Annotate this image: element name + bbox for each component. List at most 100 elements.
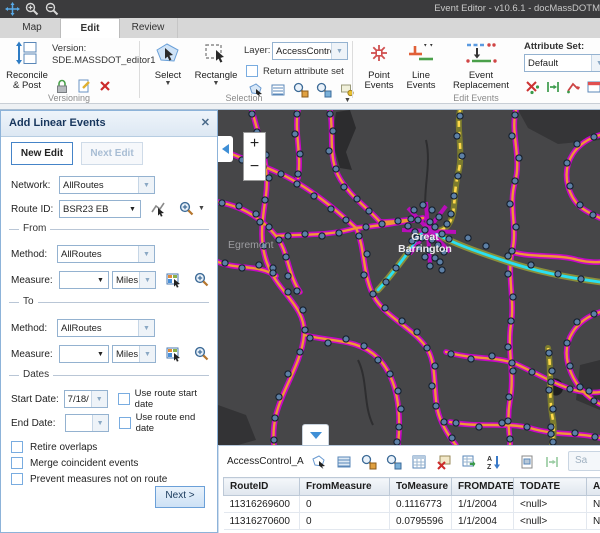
col-header-tomeasure[interactable]: ToMeasure: [390, 478, 452, 496]
chevron-down-icon[interactable]: ▼: [198, 206, 205, 212]
chevron-down-icon: ▼: [138, 246, 154, 262]
tab-edit[interactable]: Edit: [60, 18, 120, 39]
chevron-left-icon: [222, 144, 229, 154]
table-row[interactable]: 11316269600 0 0.1116773 1/1/2004 <null> …: [224, 496, 600, 513]
route-id-label: Route ID:: [11, 204, 59, 215]
to-units-select[interactable]: Miles ▼: [112, 345, 156, 363]
attribute-set-label: Attribute Set:: [524, 41, 584, 52]
table-layer-name[interactable]: AccessControl_A: [227, 456, 311, 467]
prevent-measures-checkbox[interactable]: [11, 473, 23, 485]
ribbon-separator: [352, 41, 353, 98]
map-graphics: Egremont Great Barrington: [218, 110, 600, 445]
zoom-to-measure-icon[interactable]: [194, 272, 210, 288]
select-tool-button[interactable]: Select ▼: [148, 41, 188, 87]
pick-measure-icon[interactable]: [166, 346, 182, 362]
show-rows-icon[interactable]: [336, 454, 352, 470]
lock-version-icon[interactable]: [54, 78, 70, 94]
zoom-out-icon[interactable]: [45, 2, 60, 16]
polygon-select-icon[interactable]: [311, 454, 327, 470]
tab-review[interactable]: Review: [119, 18, 178, 38]
next-button[interactable]: Next >: [155, 486, 205, 508]
merge-coincident-events-label: Merge coincident events: [30, 458, 138, 469]
start-date-label: Start Date:: [11, 394, 64, 405]
from-method-select[interactable]: AllRoutes ▼: [57, 245, 155, 263]
retire-overlaps-checkbox[interactable]: [11, 441, 23, 453]
col-header-routeid[interactable]: RouteID: [224, 478, 300, 496]
pan-to-selected-icon[interactable]: [386, 454, 402, 470]
col-header-frommeasure[interactable]: FromMeasure: [300, 478, 390, 496]
next-edit-button[interactable]: Next Edit: [81, 142, 143, 165]
prevent-measures-label: Prevent measures not on route: [30, 474, 167, 485]
table-row[interactable]: 11316270600 0 0.0795596 1/1/2004 <null> …: [224, 513, 600, 530]
pick-route-icon[interactable]: [151, 201, 167, 217]
zoom-to-measure-icon[interactable]: [194, 346, 210, 362]
offset-disabled-icon[interactable]: [544, 454, 560, 470]
event-replacement-button[interactable]: Event Replacement: [444, 41, 518, 92]
attribute-set-select[interactable]: Default ▼: [524, 54, 600, 72]
clear-selection-icon[interactable]: [436, 454, 452, 470]
add-linear-events-panel: Add Linear Events ✕ New Edit Next Edit N…: [0, 110, 218, 533]
ribbon-separator: [139, 41, 140, 98]
collapse-panel-button[interactable]: [218, 136, 233, 162]
tab-map[interactable]: Map: [4, 18, 61, 38]
save-button[interactable]: Sa: [568, 451, 600, 471]
zoom-in-icon[interactable]: [25, 2, 40, 16]
from-measure-label: Measure:: [11, 275, 59, 286]
retire-overlaps-label: Retire overlaps: [30, 442, 97, 453]
return-attribute-set-checkbox[interactable]: [246, 65, 258, 77]
col-header-todate[interactable]: TODATE: [514, 478, 587, 496]
col-header-fromdate[interactable]: FROMDATE: [452, 478, 514, 496]
map-canvas[interactable]: Egremont Great Barrington + −: [218, 110, 600, 445]
from-measure-select[interactable]: ▼: [59, 271, 109, 289]
start-date-select[interactable]: 7/18/ ▼: [64, 390, 108, 408]
ribbon-divider: [0, 103, 600, 110]
sort-icon[interactable]: AZ: [486, 454, 502, 470]
new-version-icon[interactable]: [76, 78, 92, 94]
app-title: Event Editor - v10.6.1 - docMassDOTM: [434, 0, 600, 18]
to-method-select[interactable]: AllRoutes ▼: [57, 319, 155, 337]
point-events-icon: [360, 41, 398, 69]
end-date-label: End Date:: [11, 418, 65, 429]
point-events-button[interactable]: Point Events: [360, 41, 398, 92]
select-tool-icon: [148, 41, 188, 69]
to-method-label: Method:: [11, 323, 57, 334]
map-label-egremont: Egremont: [228, 239, 274, 251]
layer-select[interactable]: AccessControl_A ▼: [272, 42, 348, 60]
map-label-town-line1: Great: [411, 231, 439, 243]
to-measure-select[interactable]: ▼: [59, 345, 109, 363]
end-date-select[interactable]: ▼: [65, 414, 109, 432]
route-id-select[interactable]: BSR23 EB ▼: [59, 200, 141, 218]
reconcile-post-button[interactable]: Reconcile & Post: [4, 41, 50, 92]
ribbon: Reconcile & Post Version: SDE.MASSDOT_ed…: [0, 38, 600, 103]
zoom-to-selected-icon[interactable]: [361, 454, 377, 470]
close-icon[interactable]: ✕: [201, 111, 210, 136]
chevron-down-icon: ▼: [148, 81, 188, 87]
export-table-icon[interactable]: [461, 454, 477, 470]
selection-group-label: Selection: [140, 93, 348, 103]
table-toolbar: AccessControl_A AZ: [219, 446, 600, 477]
map-zoom-in-button[interactable]: +: [243, 132, 266, 157]
new-edit-button[interactable]: New Edit: [11, 142, 73, 165]
col-header-access[interactable]: AC: [587, 478, 600, 496]
chevron-down-icon: [310, 432, 322, 439]
reconcile-post-icon: [4, 41, 50, 69]
report-icon[interactable]: [519, 454, 535, 470]
use-route-end-date-checkbox[interactable]: [119, 417, 131, 429]
collapse-table-button[interactable]: [302, 424, 329, 445]
rectangle-tool-button[interactable]: Rectangle ▼: [192, 41, 240, 87]
use-route-start-date-checkbox[interactable]: [118, 393, 130, 405]
dates-fieldset: Dates: [9, 375, 209, 376]
reconcile-post-label: Reconcile & Post: [6, 70, 48, 92]
pan-icon[interactable]: [5, 2, 20, 16]
network-select[interactable]: AllRoutes ▼: [59, 176, 155, 194]
zoom-to-route-icon[interactable]: [179, 201, 195, 217]
event-replacement-icon: [444, 41, 518, 69]
map-zoom-out-button[interactable]: −: [243, 156, 266, 181]
line-events-button[interactable]: Line Events: [402, 41, 440, 92]
pick-measure-icon[interactable]: [166, 272, 182, 288]
merge-coincident-events-checkbox[interactable]: [11, 457, 23, 469]
grid-view-icon[interactable]: [411, 454, 427, 470]
versioning-group-label: Versioning: [0, 93, 138, 103]
chevron-down-icon: ▼: [139, 346, 155, 362]
from-units-select[interactable]: Miles ▼: [112, 271, 156, 289]
